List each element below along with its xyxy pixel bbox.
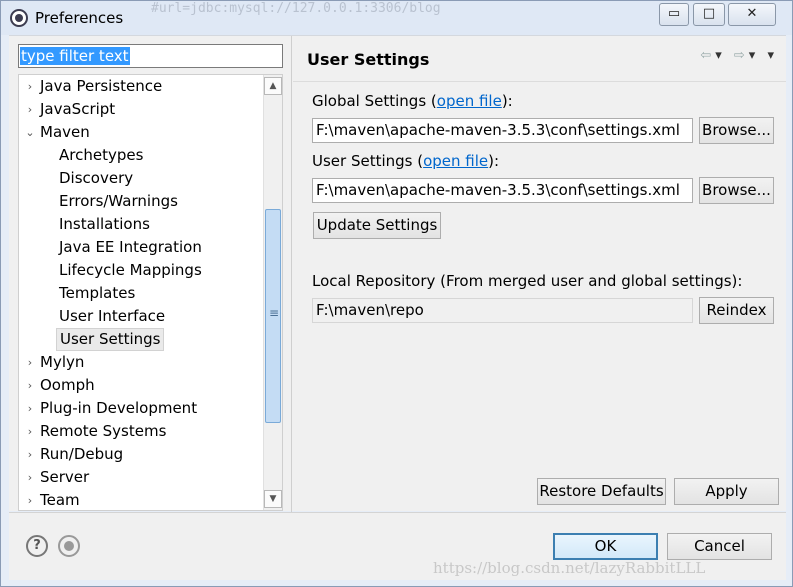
close-button[interactable]: ✕ bbox=[728, 3, 776, 26]
tree-item-label: Team bbox=[40, 491, 80, 509]
tree-item-label: Java EE Integration bbox=[59, 238, 202, 256]
user-browse-button[interactable]: Browse... bbox=[699, 177, 774, 204]
chevron-right-icon[interactable]: › bbox=[24, 489, 36, 510]
scroll-down-arrow-icon[interactable]: ▼ bbox=[264, 490, 282, 508]
filter-input-text: type filter text bbox=[20, 47, 130, 65]
tree-item-label: JavaScript bbox=[40, 100, 116, 118]
forward-dropdown-icon[interactable]: ▾ bbox=[749, 48, 760, 63]
global-settings-label-suffix: ): bbox=[501, 92, 513, 110]
chevron-right-icon[interactable]: › bbox=[24, 98, 36, 121]
title-bar[interactable]: Preferences #url=jdbc:mysql://127.0.0.1:… bbox=[1, 1, 792, 35]
tree-item-label: Java Persistence bbox=[40, 77, 163, 95]
record-icon[interactable] bbox=[58, 535, 80, 557]
chevron-right-icon[interactable]: › bbox=[24, 351, 36, 374]
filter-input[interactable]: type filter text bbox=[18, 44, 283, 68]
eclipse-icon bbox=[10, 9, 28, 27]
window-title: Preferences bbox=[35, 9, 124, 27]
tree-item-label: Discovery bbox=[59, 169, 134, 187]
update-settings-button[interactable]: Update Settings bbox=[313, 212, 441, 239]
scroll-up-arrow-icon[interactable]: ▲ bbox=[264, 77, 282, 95]
back-arrow-icon[interactable]: ⇦ bbox=[700, 48, 715, 63]
global-browse-button[interactable]: Browse... bbox=[699, 117, 774, 144]
page-title: User Settings bbox=[307, 50, 430, 69]
tree-item-label: User Settings bbox=[56, 328, 165, 351]
global-settings-path-field[interactable]: F:\maven\apache-maven-3.5.3\conf\setting… bbox=[312, 118, 693, 143]
chevron-down-icon[interactable]: ⌄ bbox=[24, 121, 36, 144]
tree-item-label: Installations bbox=[59, 215, 150, 233]
tree-item-label: Server bbox=[40, 468, 90, 486]
user-settings-label-suffix: ): bbox=[488, 152, 500, 170]
apply-button[interactable]: Apply bbox=[674, 478, 779, 505]
chevron-right-icon[interactable]: › bbox=[24, 420, 36, 443]
preference-tree-pane: type filter text › Java Persistence › Ja… bbox=[9, 36, 292, 512]
user-open-file-link[interactable]: open file bbox=[423, 152, 488, 170]
tree-scrollbar[interactable]: ▲ ▼ bbox=[263, 75, 282, 510]
restore-defaults-button[interactable]: Restore Defaults bbox=[537, 478, 666, 505]
forward-arrow-icon[interactable]: ⇨ bbox=[734, 48, 749, 63]
local-repository-label: Local Repository (From merged user and g… bbox=[312, 272, 743, 290]
reindex-button[interactable]: Reindex bbox=[699, 297, 774, 324]
chevron-right-icon[interactable]: › bbox=[24, 466, 36, 489]
tree-item-label: Remote Systems bbox=[40, 422, 167, 440]
tree-item-label: Plug-in Development bbox=[40, 399, 198, 417]
page-navigation: ⇦▾ ⇨▾ ▾ bbox=[700, 48, 778, 63]
back-dropdown-icon[interactable]: ▾ bbox=[715, 48, 726, 63]
global-settings-label: Global Settings (open file): bbox=[312, 92, 513, 110]
tree-item-label: Run/Debug bbox=[40, 445, 124, 463]
tree-item-label: Oomph bbox=[40, 376, 95, 394]
preferences-window: Preferences #url=jdbc:mysql://127.0.0.1:… bbox=[0, 0, 793, 587]
chevron-right-icon[interactable]: › bbox=[24, 443, 36, 466]
preference-tree: › Java Persistence › JavaScript ⌄ Maven … bbox=[18, 74, 283, 511]
tree-item-label: User Interface bbox=[59, 307, 166, 325]
tree-item-label: Templates bbox=[59, 284, 136, 302]
scrollbar-thumb[interactable] bbox=[265, 209, 281, 423]
tree-item-label: Mylyn bbox=[40, 353, 85, 371]
global-open-file-link[interactable]: open file bbox=[437, 92, 502, 110]
maximize-button[interactable]: □ bbox=[693, 3, 725, 26]
background-code-text: #url=jdbc:mysql://127.0.0.1:3306/blog bbox=[151, 1, 441, 16]
tree-item-label: Maven bbox=[40, 123, 90, 141]
view-menu-icon[interactable]: ▾ bbox=[767, 48, 778, 63]
tree-item-label: Archetypes bbox=[59, 146, 144, 164]
help-icon[interactable]: ? bbox=[26, 535, 48, 557]
chevron-right-icon[interactable]: › bbox=[24, 75, 36, 98]
page-header: User Settings ⇦▾ ⇨▾ ▾ bbox=[293, 36, 786, 82]
cancel-button[interactable]: Cancel bbox=[667, 533, 772, 560]
ok-button[interactable]: OK bbox=[553, 533, 658, 560]
user-settings-path-field[interactable]: F:\maven\apache-maven-3.5.3\conf\setting… bbox=[312, 178, 693, 203]
chevron-right-icon[interactable]: › bbox=[24, 397, 36, 420]
user-settings-label: User Settings (open file): bbox=[312, 152, 499, 170]
chevron-right-icon[interactable]: › bbox=[24, 374, 36, 397]
minimize-button[interactable]: ▭ bbox=[659, 3, 689, 26]
local-repository-field: F:\maven\repo bbox=[312, 298, 693, 323]
watermark: https://blog.csdn.net/lazyRabbitLLL bbox=[433, 559, 706, 577]
tree-item-label: Errors/Warnings bbox=[59, 192, 178, 210]
dialog-body: type filter text › Java Persistence › Ja… bbox=[9, 35, 786, 512]
settings-page: User Settings ⇦▾ ⇨▾ ▾ Global Settings (o… bbox=[293, 36, 786, 512]
user-settings-label-text: User Settings ( bbox=[312, 152, 424, 170]
tree-item-label: Lifecycle Mappings bbox=[59, 261, 202, 279]
global-settings-label-text: Global Settings ( bbox=[312, 92, 437, 110]
